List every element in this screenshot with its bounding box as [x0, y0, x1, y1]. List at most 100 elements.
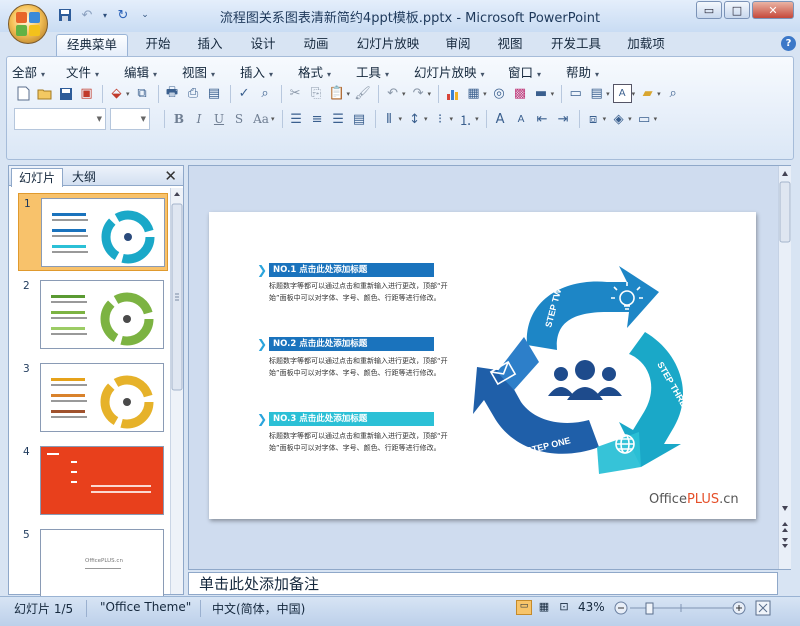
item-heading-2[interactable]: NO.2 点击此处添加标题	[269, 337, 434, 351]
undo-icon[interactable]: ↶	[78, 6, 96, 24]
current-slide[interactable]: ❯ NO.1 点击此处添加标题 标题数字等都可以通过点击和重新输入进行更改，顶部…	[209, 212, 756, 519]
slide-layout-icon[interactable]: ▤	[587, 84, 606, 103]
shape-fill-icon[interactable]: ▬	[532, 84, 551, 103]
menu-slideshow[interactable]: 幻灯片放映 ▾	[414, 62, 502, 81]
theme-name[interactable]: "Office Theme"	[100, 600, 191, 614]
maximize-button[interactable]: □	[724, 1, 750, 19]
new-slide-icon[interactable]: ▭	[566, 84, 585, 103]
slide-thumbnail-3[interactable]: 3	[18, 359, 168, 437]
item-body-1[interactable]: 标题数字等都可以通过点击和重新输入进行更改，顶部“开始”面板中可以对字体、字号、…	[269, 280, 449, 304]
redo-icon[interactable]: ↻	[114, 6, 132, 24]
save-icon[interactable]	[56, 6, 74, 24]
open-folder-icon[interactable]	[35, 84, 54, 103]
normal-view-icon[interactable]: ▭	[516, 600, 532, 615]
item-heading-1[interactable]: NO.1 点击此处添加标题	[269, 263, 434, 277]
print-preview-icon[interactable]: ⎙	[184, 84, 203, 103]
language[interactable]: 中文(简体，中国)	[212, 600, 305, 617]
help-icon[interactable]: ?	[781, 36, 796, 51]
spelling-icon[interactable]: ✓	[235, 84, 254, 103]
tab-addins[interactable]: 加载项	[620, 34, 672, 56]
item-body-3[interactable]: 标题数字等都可以通过点击和重新输入进行更改，顶部“开始”面板中可以对字体、字号、…	[269, 430, 449, 454]
menu-insert[interactable]: 插入 ▾	[240, 62, 292, 81]
menu-file[interactable]: 文件 ▾	[66, 62, 118, 81]
shadow-button[interactable]: S	[229, 110, 249, 129]
shape-outline-icon[interactable]: ▭	[635, 110, 654, 129]
dropdown-icon[interactable]: ▾	[100, 6, 110, 24]
folder-icon[interactable]: ▰	[638, 84, 657, 103]
align-center-icon[interactable]: ≡	[308, 110, 327, 129]
cut-icon[interactable]: ✂	[286, 84, 305, 103]
close-button[interactable]: ✕	[752, 1, 794, 19]
print-icon[interactable]: 🖶	[163, 84, 182, 103]
panel-scrollbar[interactable]	[170, 188, 183, 594]
textbox-icon[interactable]: A	[612, 84, 632, 103]
office-button[interactable]	[8, 4, 48, 44]
arrange-icon[interactable]: ⧈	[584, 110, 603, 129]
tab-design[interactable]: 设计	[243, 34, 283, 56]
slide-thumbnail-2[interactable]: 2	[18, 276, 168, 354]
italic-button[interactable]: I	[189, 110, 209, 129]
cycle-diagram[interactable]: STEP TWO STEP THREE STEP ONE	[469, 262, 709, 482]
tab-review[interactable]: 审阅	[438, 34, 478, 56]
tab-slideshow[interactable]: 幻灯片放映	[350, 34, 426, 56]
zoom-level[interactable]: 43%	[578, 600, 605, 614]
minimize-button[interactable]: ▭	[696, 1, 722, 19]
zoom-slider[interactable]	[612, 599, 782, 619]
tab-home[interactable]: 开始	[138, 34, 178, 56]
decrease-font-icon[interactable]: A	[512, 110, 531, 129]
slide-thumbnail-1[interactable]: 1	[18, 193, 168, 271]
bullets-icon[interactable]: ⁝	[431, 110, 450, 129]
tab-view[interactable]: 视图	[490, 34, 530, 56]
publish-icon[interactable]: ⧉	[133, 84, 152, 103]
search-icon[interactable]: ⌕	[664, 84, 683, 103]
clipart-icon[interactable]: ◎	[490, 84, 509, 103]
slide-thumbnail-4[interactable]: 4	[18, 442, 168, 520]
align-left-icon[interactable]: ☰	[287, 110, 306, 129]
menu-tools[interactable]: 工具 ▾	[356, 62, 408, 81]
save-icon[interactable]	[56, 84, 75, 103]
save-as-pdf-icon[interactable]: ▣	[77, 84, 96, 103]
menu-format[interactable]: 格式 ▾	[298, 62, 350, 81]
redo-icon[interactable]: ↷	[409, 84, 428, 103]
main-scrollbar[interactable]	[778, 166, 791, 569]
underline-button[interactable]: U	[209, 110, 229, 129]
copy-icon[interactable]: ⎘	[307, 84, 326, 103]
font-size-dropdown[interactable]: ▼	[110, 108, 150, 130]
slide-thumbnail-5[interactable]: 5 OfficePLUS.cn	[18, 525, 168, 598]
chart-icon[interactable]	[443, 84, 462, 103]
panel-close-icon[interactable]: ✕	[164, 167, 177, 185]
menu-edit[interactable]: 编辑 ▾	[124, 62, 176, 81]
indent-decrease-icon[interactable]: ⇤	[533, 110, 552, 129]
change-case-button[interactable]: Aa	[249, 110, 273, 129]
new-document-icon[interactable]	[14, 84, 33, 103]
menu-help[interactable]: 帮助 ▾	[566, 62, 618, 81]
tab-animation[interactable]: 动画	[296, 34, 336, 56]
item-body-2[interactable]: 标题数字等都可以通过点击和重新输入进行更改，顶部“开始”面板中可以对字体、字号、…	[269, 355, 449, 379]
justify-icon[interactable]: ▤	[350, 110, 369, 129]
permission-icon[interactable]: ⬙	[107, 84, 126, 103]
tab-developer[interactable]: 开发工具	[544, 34, 608, 56]
tab-insert[interactable]: 插入	[190, 34, 230, 56]
paste-icon[interactable]: 📋	[328, 84, 347, 103]
tab-classic-menu[interactable]: 经典菜单	[56, 34, 128, 56]
menu-window[interactable]: 窗口 ▾	[508, 62, 560, 81]
picture-icon[interactable]: ▩	[511, 84, 530, 103]
research-icon[interactable]: ⌕	[256, 84, 275, 103]
indent-increase-icon[interactable]: ⇥	[554, 110, 573, 129]
increase-font-icon[interactable]: A	[491, 110, 510, 129]
menu-all[interactable]: 全部 ▾	[12, 62, 60, 81]
font-name-dropdown[interactable]: ▼	[14, 108, 106, 130]
notes-pane[interactable]: 单击此处添加备注	[188, 572, 778, 595]
tab-outline[interactable]: 大纲	[65, 168, 103, 187]
numbering-icon[interactable]: ⒈	[456, 110, 475, 129]
layout-icon[interactable]: ▤	[205, 84, 224, 103]
align-right-icon[interactable]: ☰	[329, 110, 348, 129]
undo-icon[interactable]: ↶	[383, 84, 402, 103]
quick-styles-icon[interactable]: ◈	[609, 110, 628, 129]
columns-icon[interactable]: ⫴	[380, 110, 399, 129]
slideshow-view-icon[interactable]: ⊡	[556, 600, 572, 615]
menu-view[interactable]: 视图 ▾	[182, 62, 234, 81]
format-painter-icon[interactable]: 🖌	[353, 84, 372, 103]
slide-sorter-icon[interactable]: ▦	[536, 600, 552, 615]
item-heading-3[interactable]: NO.3 点击此处添加标题	[269, 412, 434, 426]
